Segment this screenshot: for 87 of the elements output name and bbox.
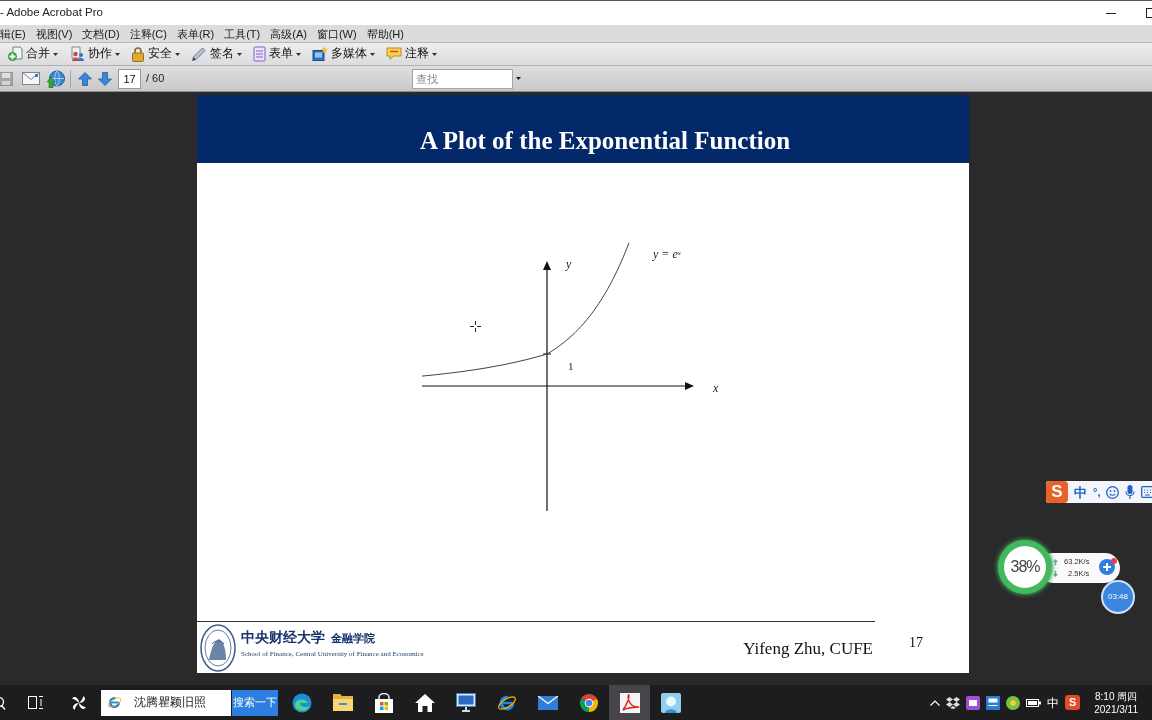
menu-item[interactable]: 高级(A) (270, 25, 307, 42)
comment-button[interactable]: 注释 (385, 45, 438, 63)
battery-icon[interactable] (1026, 698, 1042, 707)
slide-title: A Plot of the Exponential Function (418, 128, 792, 153)
page-number: 17 (909, 635, 923, 651)
college-name: 金融学院 (331, 633, 375, 646)
menu-item[interactable]: 帮助(H) (366, 25, 404, 42)
caret-icon (237, 52, 242, 56)
tray-input-mode[interactable]: 中 (1047, 693, 1060, 712)
download-arrow-icon (1053, 571, 1058, 577)
tile-icon[interactable] (966, 695, 981, 710)
crosshair-cursor-icon (470, 321, 481, 332)
browser-e-icon (107, 695, 122, 710)
menu-item[interactable]: 注释(C) (129, 25, 167, 42)
plus-button-icon[interactable] (1098, 557, 1118, 575)
dropdown-caret-icon[interactable] (516, 77, 522, 80)
diamonds-icon[interactable] (946, 696, 961, 709)
collaborate-button[interactable]: 协作 (68, 45, 121, 63)
microphone-icon[interactable] (1125, 485, 1136, 499)
menu-item[interactable]: 视图(V) (35, 25, 73, 42)
folder-icon (332, 694, 353, 711)
x-axis-label: x (713, 382, 719, 394)
sign-button[interactable]: 签名 (190, 45, 243, 63)
taskbar-app-button[interactable] (609, 685, 650, 720)
chrome-ball-icon (578, 692, 599, 713)
school-name: 中央财经大学 (241, 630, 325, 646)
page-count: / 60 (146, 71, 165, 87)
app-figure-icon (660, 692, 681, 713)
input-mode-toggle[interactable]: 中 (1074, 485, 1087, 499)
search-icon[interactable] (0, 695, 6, 710)
minimize-icon[interactable] (1106, 12, 1116, 14)
menu-item[interactable]: 窗口(W) (316, 25, 357, 42)
speech-bubble-icon (386, 47, 402, 61)
author-credit: Yifeng Zhu, CUFE (743, 640, 873, 659)
clock-date[interactable]: 2021/3/11 (1094, 702, 1138, 716)
edge-swirl-icon (291, 692, 312, 713)
menu-item[interactable]: 工具(T) (224, 25, 261, 42)
punctuation-toggle[interactable]: °, (1093, 486, 1101, 498)
search-button[interactable]: 搜索一下 (232, 689, 278, 716)
window-icon[interactable] (986, 695, 1001, 710)
keyboard-icon[interactable] (1141, 486, 1152, 498)
caret-icon (432, 52, 437, 56)
padlock-icon (131, 46, 145, 62)
pencil-icon (191, 46, 207, 62)
multimedia-button[interactable]: 多媒体 (311, 45, 376, 63)
caret-icon (115, 52, 120, 56)
secure-button[interactable]: 安全 (130, 45, 181, 63)
find-field[interactable]: 查找 (412, 68, 514, 89)
smiley-icon[interactable] (1106, 485, 1120, 499)
upload-arrow-icon (1053, 559, 1058, 565)
task-view-icon[interactable] (28, 696, 43, 709)
menu-item[interactable]: 文档(D) (82, 25, 120, 42)
down-arrow-icon[interactable] (98, 71, 112, 86)
caret-icon (175, 52, 180, 56)
monitor-icon (455, 693, 476, 712)
curve-label: y = e$^{x}$ (653, 248, 681, 260)
up-arrow-icon[interactable] (78, 71, 92, 86)
tray-ime-logo[interactable]: S (1065, 695, 1081, 710)
caret-icon (370, 52, 375, 56)
forms-button[interactable]: 表单 (252, 45, 302, 63)
caret-icon (53, 52, 58, 56)
monitor-star-icon (312, 46, 328, 62)
home-icon (414, 693, 435, 712)
menu-item[interactable]: 表单(R) (176, 25, 215, 42)
intercept-label: 1 (568, 361, 574, 372)
chevron-up-icon[interactable] (930, 699, 941, 706)
usage-gauge: 38% (998, 540, 1052, 594)
document-plus-icon (7, 46, 23, 62)
mail-icon (537, 695, 558, 710)
ring-icon[interactable] (1006, 695, 1021, 710)
shopping-bag-icon (374, 692, 393, 713)
window-title: - Adobe Acrobat Pro (0, 5, 103, 21)
form-icon (253, 46, 266, 62)
document-people-icon (69, 46, 85, 62)
globe-arrow-icon[interactable] (47, 69, 65, 88)
pdf-swirl-icon (619, 692, 640, 713)
page-number-field[interactable]: 17 (118, 68, 141, 89)
menu-item[interactable]: 辑(E) (0, 25, 26, 42)
timer-display: 03:48 (1101, 580, 1135, 614)
maximize-icon[interactable] (1146, 8, 1152, 18)
envelope-icon[interactable] (22, 72, 40, 85)
search-query: 沈腾瞿颖旧照 (134, 694, 206, 710)
merge-button[interactable]: 合并 (6, 45, 59, 63)
y-axis-label: y (566, 258, 572, 270)
caret-icon (296, 52, 301, 56)
clock-time[interactable]: 8:10 周四 (1095, 689, 1138, 703)
taskbar-search-field[interactable]: 沈腾瞿颖旧照 (101, 689, 231, 716)
